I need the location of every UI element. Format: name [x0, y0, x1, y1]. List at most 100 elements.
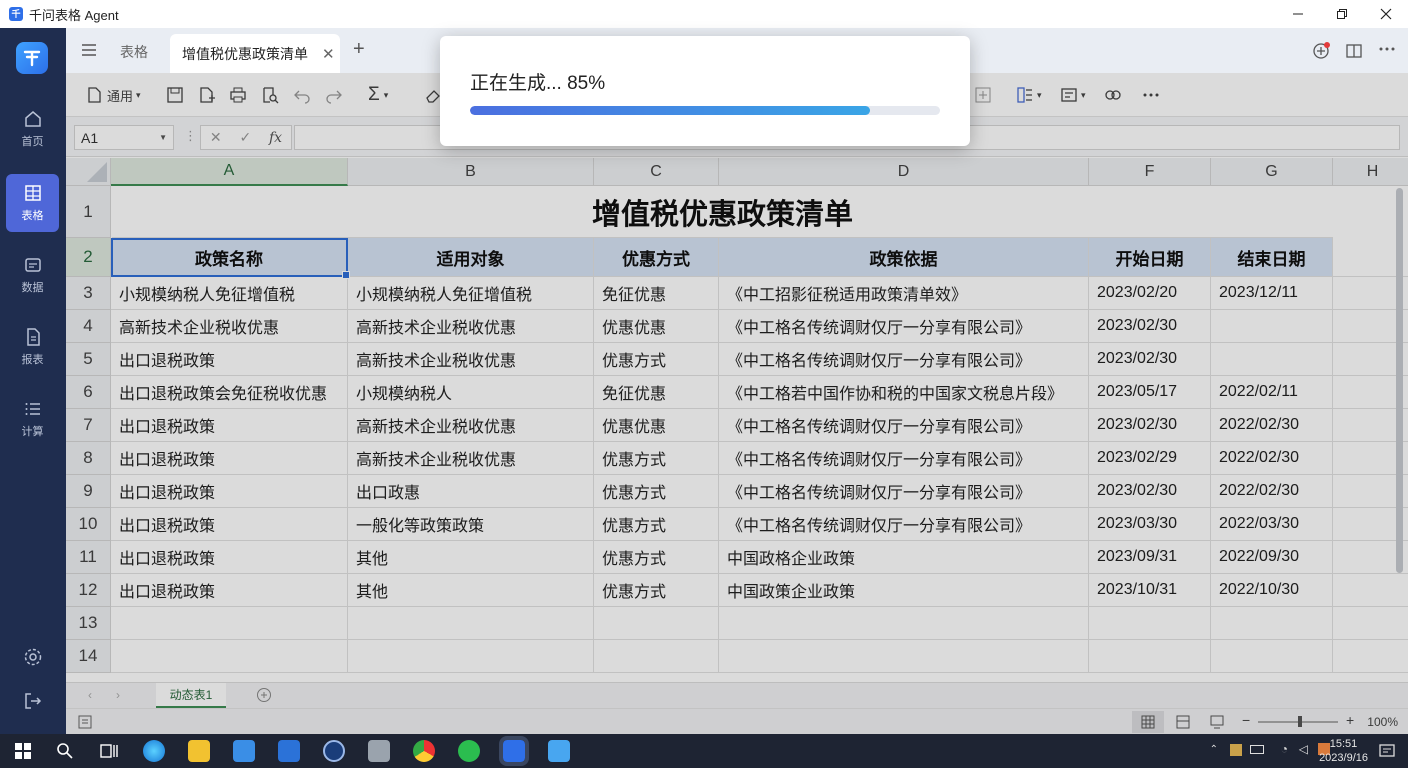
column-header[interactable]: A [111, 158, 348, 186]
add-badge-icon[interactable] [1312, 42, 1330, 60]
table-cell[interactable]: 出口退税政策 [111, 508, 348, 541]
print-button[interactable] [229, 85, 247, 105]
column-header[interactable]: H [1333, 158, 1408, 186]
header-cell[interactable]: 开始日期 [1089, 238, 1211, 277]
row-header[interactable]: 7 [66, 409, 111, 442]
table-cell[interactable]: 2023/12/11 [1211, 277, 1333, 310]
table-cell[interactable]: 优惠方式 [594, 508, 719, 541]
table-cell[interactable] [1211, 343, 1333, 376]
table-cell[interactable] [1211, 607, 1333, 640]
more-tools-button[interactable] [1142, 85, 1160, 105]
table-cell[interactable]: 优惠方式 [594, 574, 719, 607]
next-sheet-icon[interactable]: › [116, 688, 120, 702]
table-cell[interactable]: 一般化等政策政策 [348, 508, 594, 541]
tray-app-icon[interactable] [1230, 744, 1242, 756]
table-cell[interactable]: 2022/09/30 [1211, 541, 1333, 574]
table-cell[interactable]: 《中工格名传统调财仅厅一分享有限公司》 [719, 475, 1089, 508]
row-header[interactable]: 14 [66, 640, 111, 673]
table-cell[interactable]: 2022/02/30 [1211, 442, 1333, 475]
table-cell[interactable] [111, 607, 348, 640]
table-cell[interactable]: 《中工格若中国作协和税的中国家文税息片段》 [719, 376, 1089, 409]
row-header[interactable]: 9 [66, 475, 111, 508]
row-header[interactable]: 4 [66, 310, 111, 343]
table-cell[interactable]: 2022/03/30 [1211, 508, 1333, 541]
table-cell[interactable]: 高新技术企业税收优惠 [348, 442, 594, 475]
table-cell[interactable]: 优惠方式 [594, 541, 719, 574]
table-cell[interactable]: 2023/02/30 [1089, 310, 1211, 343]
column-header[interactable]: F [1089, 158, 1211, 186]
add-sheet-icon[interactable] [256, 687, 272, 703]
format-menu-button[interactable]: ▾ [1060, 85, 1086, 105]
task-view-icon[interactable] [98, 740, 120, 762]
print-preview-button[interactable] [261, 85, 279, 105]
table-cell[interactable]: 2022/02/30 [1211, 475, 1333, 508]
table-cell[interactable] [348, 607, 594, 640]
maximize-button[interactable] [1320, 0, 1364, 28]
table-cell[interactable] [1333, 607, 1408, 640]
prev-sheet-icon[interactable]: ‹ [88, 688, 92, 702]
chrome-icon[interactable] [413, 740, 435, 762]
table-cell[interactable]: 小规模纳税人免征增值税 [348, 277, 594, 310]
table-cell[interactable]: 2023/05/17 [1089, 376, 1211, 409]
header-cell[interactable]: 结束日期 [1211, 238, 1333, 277]
sum-button[interactable]: Σ ▾ [368, 84, 388, 105]
table-cell[interactable]: 高新技术企业税收优惠 [111, 310, 348, 343]
sheet-tab[interactable]: 动态表1 [156, 683, 226, 708]
table-cell[interactable] [348, 640, 594, 673]
table-cell[interactable]: 《中工格名传统调财仅厅一分享有限公司》 [719, 442, 1089, 475]
table-cell[interactable]: 出口政惠 [348, 475, 594, 508]
layout-menu-button[interactable]: ▾ [1016, 85, 1042, 105]
row-header[interactable]: 1 [66, 186, 111, 238]
table-cell[interactable]: 2023/10/31 [1089, 574, 1211, 607]
sidebar-item-calc[interactable]: 计算 [6, 390, 59, 448]
wifi-icon[interactable]: ◔ [1281, 742, 1288, 756]
general-menu-button[interactable]: 通用 ▾ [86, 85, 141, 105]
row-header[interactable]: 8 [66, 442, 111, 475]
table-cell[interactable] [719, 640, 1089, 673]
sidebar-item-home[interactable]: 首页 [6, 100, 59, 158]
sidebar-item-sheet[interactable]: 表格 [6, 174, 59, 232]
table-cell[interactable]: 其他 [348, 574, 594, 607]
menu-icon[interactable] [80, 42, 98, 58]
table-cell[interactable]: 出口退税政策 [111, 475, 348, 508]
edge-browser-icon[interactable] [143, 740, 165, 762]
table-cell[interactable]: 《中工格名传统调财仅厅一分享有限公司》 [719, 508, 1089, 541]
logout-icon[interactable] [22, 690, 44, 712]
table-cell[interactable]: 出口退税政策 [111, 541, 348, 574]
function-icon[interactable]: fx [269, 130, 282, 146]
table-cell[interactable]: 优惠方式 [594, 475, 719, 508]
sidebar-item-report[interactable]: 报表 [6, 318, 59, 376]
table-cell[interactable]: 免征优惠 [594, 277, 719, 310]
row-header[interactable]: 6 [66, 376, 111, 409]
split-view-icon[interactable] [1345, 42, 1363, 60]
volume-icon[interactable]: ◁ [1299, 742, 1308, 756]
table-cell[interactable]: 出口退税政策 [111, 409, 348, 442]
search-icon[interactable] [54, 740, 76, 762]
page-layout-icon[interactable] [1176, 715, 1190, 729]
table-cell[interactable]: 2023/03/30 [1089, 508, 1211, 541]
table-cell[interactable] [1089, 640, 1211, 673]
page-break-icon[interactable] [1210, 715, 1224, 729]
table-cell[interactable]: 高新技术企业税收优惠 [348, 310, 594, 343]
row-header[interactable]: 10 [66, 508, 111, 541]
row-header[interactable]: 11 [66, 541, 111, 574]
table-cell[interactable]: 优惠优惠 [594, 409, 719, 442]
tab-active-document[interactable]: 增值税优惠政策清单 ✕ [170, 34, 340, 73]
sidebar-logo-icon[interactable] [16, 42, 48, 74]
select-all-corner[interactable] [66, 158, 111, 186]
header-cell[interactable]: 政策依据 [719, 238, 1089, 277]
table-cell[interactable]: 小规模纳税人 [348, 376, 594, 409]
zoom-in-button[interactable]: + [1346, 712, 1354, 728]
file-explorer-icon[interactable] [188, 740, 210, 762]
taskbar-app-icon[interactable] [548, 740, 570, 762]
table-cell[interactable]: 2023/02/30 [1089, 475, 1211, 508]
close-window-button[interactable] [1364, 0, 1408, 28]
row-header[interactable]: 2 [66, 238, 111, 277]
app-icon[interactable] [323, 740, 345, 762]
table-cell[interactable]: 优惠方式 [594, 343, 719, 376]
table-cell[interactable]: 出口退税政策 [111, 574, 348, 607]
column-header[interactable]: G [1211, 158, 1333, 186]
table-cell[interactable]: 2023/02/29 [1089, 442, 1211, 475]
header-cell[interactable]: 适用对象 [348, 238, 594, 277]
sheet-title-cell[interactable]: 增值税优惠政策清单 [112, 186, 1333, 238]
